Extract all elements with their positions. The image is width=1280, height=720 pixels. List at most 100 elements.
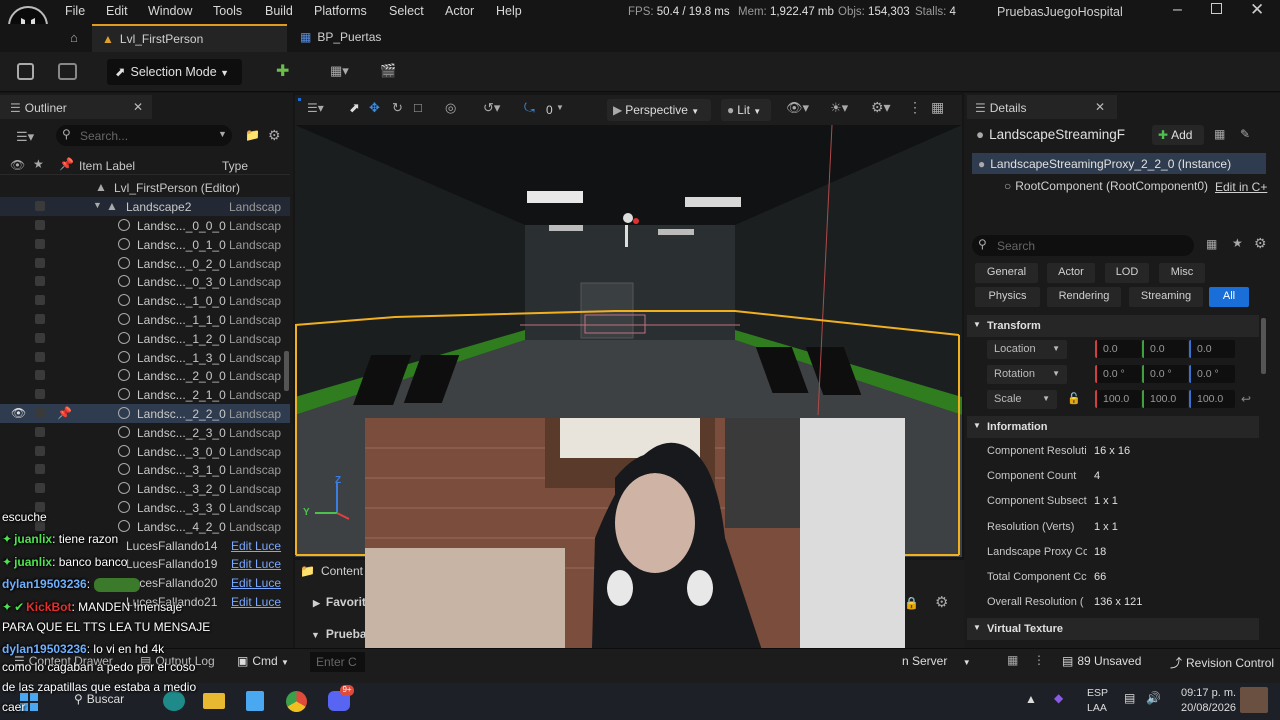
outliner-item-row[interactable]: Landsc..._2_1_0 Landscap xyxy=(0,385,290,404)
edit-light-link[interactable]: Edit Luce xyxy=(231,576,281,590)
location-z-field[interactable]: 0.0 xyxy=(1189,340,1235,358)
favorites-section[interactable]: ▶ Favorit xyxy=(313,595,366,609)
location-y-field[interactable]: 0.0 xyxy=(1142,340,1188,358)
filter-chip-misc[interactable]: Misc xyxy=(1159,263,1205,283)
scale-lock-icon[interactable]: 🔓 xyxy=(1067,392,1081,405)
project-folder-section[interactable]: ▼ Prueba xyxy=(311,627,367,641)
select-tool-icon[interactable]: ⬈ xyxy=(349,100,360,116)
more-options-icon[interactable]: ⋮ xyxy=(1033,653,1045,667)
viewport-settings-gear-icon[interactable]: ⚙▾ xyxy=(871,99,891,116)
unsaved-button[interactable]: ▤ 89 Unsaved xyxy=(1062,654,1141,668)
visibility-toggle[interactable] xyxy=(35,464,45,475)
visibility-toggle[interactable] xyxy=(35,389,45,400)
filter-chip-actor[interactable]: Actor xyxy=(1047,263,1095,283)
location-x-field[interactable]: 0.0 xyxy=(1095,340,1141,358)
rotation-dropdown[interactable]: Rotation ▼ xyxy=(987,365,1067,384)
visibility-toggle[interactable] xyxy=(35,257,45,268)
filter-chip-all[interactable]: All xyxy=(1209,287,1249,307)
outliner-item-row[interactable]: Landsc..._0_0_0 Landscap xyxy=(0,216,290,235)
instance-row[interactable]: ● LandscapeStreamingProxy_2_2_0 (Instance… xyxy=(972,153,1266,174)
visibility-toggle[interactable] xyxy=(35,220,45,230)
menu-edit[interactable]: Edit xyxy=(106,4,128,18)
outliner-item-row[interactable]: Landsc..._0_3_0 Landscap xyxy=(0,272,290,291)
rotation-y-field[interactable]: 0.0 ° xyxy=(1142,365,1188,383)
chrome-icon[interactable] xyxy=(286,691,307,712)
lit-dropdown[interactable]: ● Lit ▼ xyxy=(721,99,771,121)
details-settings-gear-icon[interactable]: ⚙ xyxy=(1254,235,1267,252)
outliner-scrollbar[interactable] xyxy=(284,351,289,391)
outliner-landscape-row[interactable]: ▼ ▲ Landscape2 Landscap xyxy=(0,197,290,216)
outliner-item-row[interactable]: Landsc..._2_3_0 Landscap xyxy=(0,423,290,442)
viewport-options-icon[interactable]: ☰▾ xyxy=(307,101,324,115)
tab-lvl-firstperson[interactable]: ▲ Lvl_FirstPerson xyxy=(92,24,287,52)
notepad-icon[interactable] xyxy=(246,691,264,711)
revision-control-button[interactable]: ⤴ Revision Control xyxy=(1170,654,1274,671)
filter-chip-lod[interactable]: LOD xyxy=(1105,263,1149,283)
visibility-toggle[interactable] xyxy=(35,314,45,324)
tab-bp-puertas[interactable]: ▦ BP_Puertas xyxy=(290,24,440,52)
eye-icon[interactable]: 👁 xyxy=(11,406,26,420)
scale-dropdown[interactable]: Scale ▼ xyxy=(987,390,1057,409)
outliner-item-row[interactable]: Landsc..._1_1_0 Landscap xyxy=(0,310,290,329)
scale-y-field[interactable]: 100.0 xyxy=(1142,390,1188,408)
pin-icon[interactable]: 📌 xyxy=(57,406,72,420)
outliner-item-row[interactable]: Landsc..._3_2_0 Landscap xyxy=(0,479,290,498)
add-content-icon[interactable]: ✚ xyxy=(276,61,298,81)
grid-snap-icon[interactable]: ⤿ xyxy=(524,100,535,116)
scale-x-field[interactable]: 100.0 xyxy=(1095,390,1141,408)
outliner-root-row[interactable]: ▲ Lvl_FirstPerson (Editor) xyxy=(0,178,290,197)
edit-blueprint-icon[interactable]: ✎ xyxy=(1240,127,1250,141)
language-label[interactable]: ESP xyxy=(1087,687,1108,699)
tray-overflow-icon[interactable]: ▲ xyxy=(1025,692,1037,706)
visibility-toggle[interactable] xyxy=(35,408,45,418)
blueprint-convert-icon[interactable]: ▦ xyxy=(1214,127,1225,141)
scalability-icon[interactable]: ☀▾ xyxy=(830,100,848,116)
visibility-toggle[interactable] xyxy=(35,276,45,287)
outliner-tab[interactable]: ☰ Outliner ✕ xyxy=(0,95,152,119)
taskbar-search[interactable]: ⚲ Buscar xyxy=(74,692,124,706)
outliner-item-row[interactable]: Landsc..._0_2_0 Landscap xyxy=(0,254,290,273)
rotate-tool-icon[interactable]: ↻ xyxy=(392,100,403,116)
settings-gear-icon[interactable]: ⚙ xyxy=(268,127,281,144)
virtual-texture-category[interactable]: ▼ Virtual Texture xyxy=(967,618,1259,640)
rotation-z-field[interactable]: 0.0 ° xyxy=(1189,365,1235,383)
visibility-toggle[interactable] xyxy=(35,483,45,494)
cmd-dropdown[interactable]: ▣ Cmd ▼ xyxy=(237,654,289,668)
favorite-icon[interactable]: ★ xyxy=(1232,236,1243,250)
content-settings-gear-icon[interactable]: ⚙ xyxy=(935,593,948,611)
location-dropdown[interactable]: Location ▼ xyxy=(987,340,1067,359)
close-window-icon[interactable]: ✕ xyxy=(1250,0,1264,20)
translate-tool-icon[interactable]: ✥ xyxy=(369,100,380,116)
blueprints-icon[interactable]: ▦▾ xyxy=(330,63,354,80)
root-component-row[interactable]: ○ RootComponent (RootComponent0) xyxy=(1004,179,1208,193)
outliner-item-row[interactable]: Landsc..._0_1_0 Landscap xyxy=(0,235,290,254)
close-tab-icon[interactable]: ✕ xyxy=(133,100,143,114)
menu-file[interactable]: File xyxy=(65,4,85,18)
filter-chip-streaming[interactable]: Streaming xyxy=(1129,287,1203,307)
world-space-icon[interactable]: ◎ xyxy=(445,100,456,116)
outliner-item-row[interactable]: Landsc..._2_2_0 Landscap 👁 📌 xyxy=(0,404,290,423)
scale-tool-icon[interactable]: □ xyxy=(414,100,422,115)
edit-light-link[interactable]: Edit Luce xyxy=(231,595,281,609)
outliner-item-row[interactable]: Landsc..._2_0_0 Landscap xyxy=(0,366,290,385)
scale-z-field[interactable]: 100.0 xyxy=(1189,390,1235,408)
column-type[interactable]: Type xyxy=(222,159,248,173)
cinematics-icon[interactable]: 🎬 xyxy=(380,63,408,80)
column-item-label[interactable]: Item Label xyxy=(79,159,135,173)
content-tab[interactable]: 📁 Content xyxy=(300,564,363,578)
details-scrollbar[interactable] xyxy=(1261,318,1266,374)
more-options-icon[interactable]: ⋮ xyxy=(908,99,922,116)
source-control-icon[interactable] xyxy=(58,63,77,80)
trace-icon[interactable]: ▦ xyxy=(1007,653,1018,667)
edit-light-link[interactable]: Edit Luce xyxy=(231,557,281,571)
edit-in-cpp-link[interactable]: Edit in C+ xyxy=(1215,180,1267,194)
details-tab[interactable]: ☰ Details ✕ xyxy=(967,95,1117,119)
tray-app-icon[interactable]: ◆ xyxy=(1054,691,1063,705)
home-icon[interactable]: ⌂ xyxy=(70,30,78,45)
menu-actor[interactable]: Actor xyxy=(445,4,474,18)
add-component-button[interactable]: ✚ Add xyxy=(1152,125,1204,145)
surface-snap-icon[interactable]: ↺▾ xyxy=(483,100,500,116)
visibility-toggle[interactable] xyxy=(35,426,45,437)
file-explorer-icon[interactable] xyxy=(203,693,225,709)
filter-chip-rendering[interactable]: Rendering xyxy=(1047,287,1121,307)
